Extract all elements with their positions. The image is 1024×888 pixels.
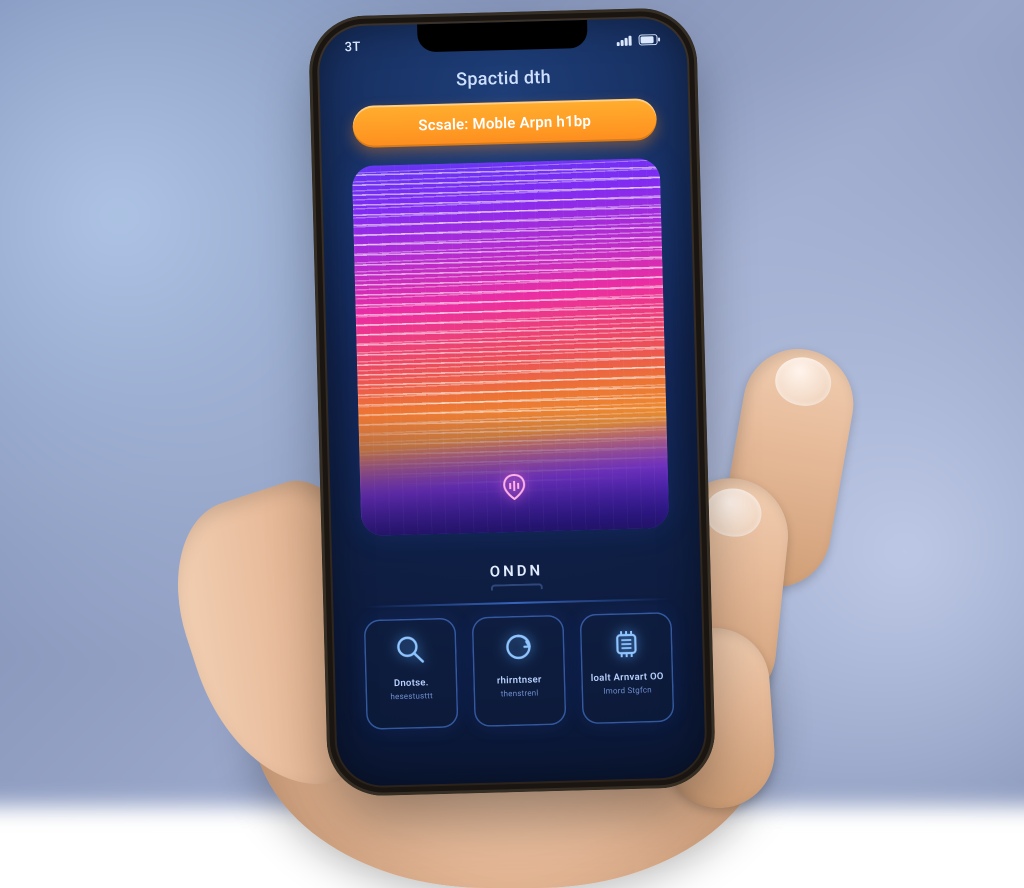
tile-caption-sub: Imord Stgfcn [599,687,656,697]
tile-search[interactable]: Dnotse. hesestusttt [364,618,459,730]
phone-screen: 3T Spactid dth Scsale: Moble Arpn h1bp [318,17,706,786]
tile-loop[interactable]: rhirntnser thenstrenl [472,615,567,727]
tile-caption-main: rhirntnser [497,675,542,687]
primary-action-button[interactable]: Scsale: Moble Arpn h1bp [352,98,657,148]
status-icons [616,33,660,45]
primary-action-label: Scsale: Moble Arpn h1bp [418,112,591,135]
section-divider [363,598,671,608]
spectrogram-lines [352,158,670,536]
phone-frame: 3T Spactid dth Scsale: Moble Arpn h1bp [308,7,716,797]
spectrogram-card[interactable] [352,158,670,536]
search-icon [389,628,432,671]
loop-icon [497,625,540,668]
status-bar: 3T [318,27,686,59]
tile-caption-main: loalt Arnvart OO [591,672,664,684]
chip-icon [605,623,648,666]
status-time: 3T [344,39,360,54]
tile-chip[interactable]: loalt Arnvart OO Imord Stgfcn [580,612,675,724]
signal-icon [616,34,632,45]
marker-icon [503,474,526,505]
bottom-tile-row: Dnotse. hesestusttt rhirntnser thenstren… [364,612,675,730]
tile-caption-sub: thenstrenl [497,690,543,700]
spectrogram-fade [358,408,669,536]
battery-icon [638,33,660,45]
tile-caption-main: Dnotse. [394,678,429,689]
app-title: Spactid dth [319,63,687,94]
tile-caption-sub: hesestusttt [386,693,437,703]
mid-label: ONDN [332,557,701,595]
